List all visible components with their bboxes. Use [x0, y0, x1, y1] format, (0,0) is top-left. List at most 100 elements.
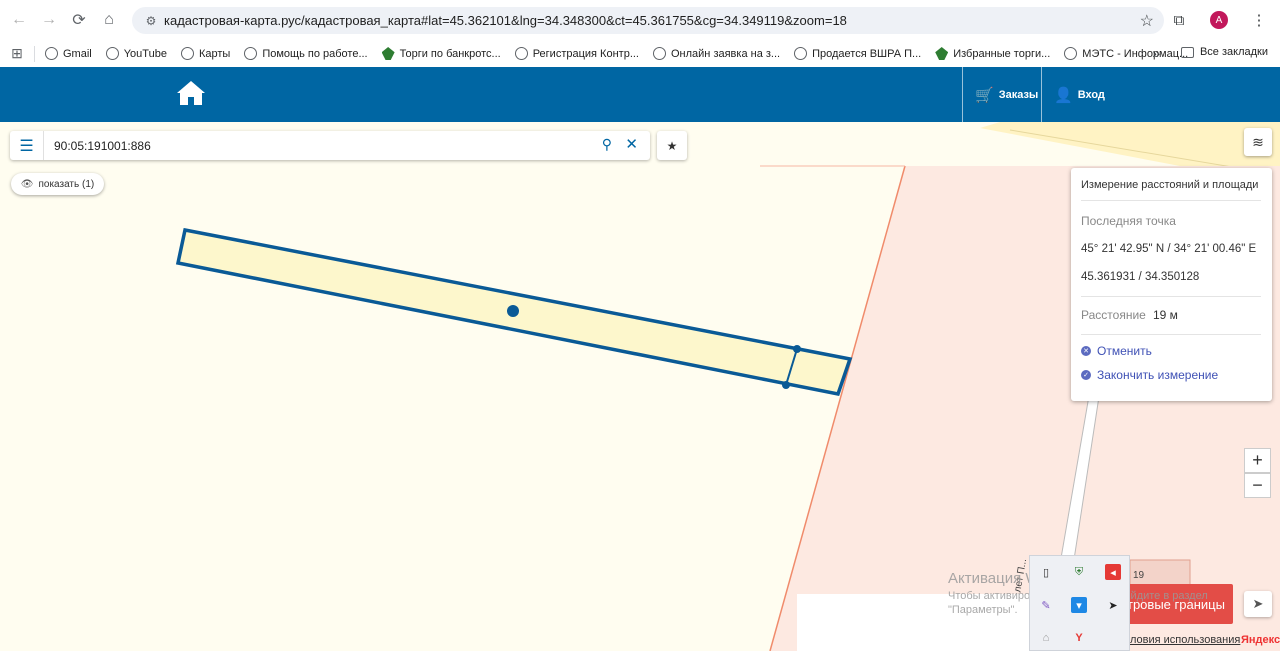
bookmarks-divider — [34, 45, 35, 62]
search-input[interactable] — [54, 138, 584, 153]
browser-menu-icon[interactable]: ⋮ — [1244, 6, 1274, 34]
globe-icon — [244, 47, 258, 60]
bookmark-label: Регистрация Контр... — [532, 47, 639, 60]
bookmarks-bar: ⊞ Gmail YouTube Карты Помощь по работе..… — [0, 40, 1280, 67]
divider — [1081, 200, 1261, 201]
finish-label: Закончить измерение — [1097, 368, 1219, 382]
bookmark-item[interactable]: Продается ВШРА П... — [794, 47, 921, 60]
app-red-icon[interactable]: ◂ — [1105, 564, 1121, 580]
bookmark-label: Онлайн заявка на з... — [671, 47, 781, 60]
app-header: 🛒 Заказы 👤 Вход — [0, 67, 1280, 122]
globe-icon — [514, 47, 528, 60]
site-info-icon[interactable]: ⚙ — [138, 14, 164, 28]
bookmarks-more-button[interactable]: » — [1152, 45, 1160, 61]
bookmark-item[interactable]: Карты — [180, 47, 231, 60]
menu-icon[interactable]: ☰ — [10, 131, 44, 160]
system-tray-popup: ▯ ⛨ ◂ ✎ ▾ ➤ ⌂ Y — [1029, 555, 1130, 651]
telegram-icon[interactable]: ➤ — [1105, 597, 1121, 613]
check-icon: ✓ — [1081, 370, 1091, 380]
hammer-icon — [935, 47, 949, 60]
layers-button[interactable]: ≋ — [1244, 128, 1272, 156]
finish-measure-button[interactable]: ✓ Закончить измерение — [1081, 368, 1218, 382]
locate-button[interactable]: ➤ — [1244, 591, 1272, 617]
divider — [1081, 296, 1261, 297]
bookmark-star-icon[interactable]: ☆ — [1140, 11, 1154, 31]
distance-label: Расстояние — [1081, 308, 1146, 322]
globe-icon — [794, 47, 808, 60]
cancel-label: Отменить — [1097, 344, 1152, 358]
bookmark-label: Избранные торги... — [953, 47, 1051, 60]
eye-icon: 👁 — [20, 178, 34, 190]
globe-icon — [45, 47, 58, 60]
bookmark-label: Помощь по работе... — [262, 47, 368, 60]
bookmark-item[interactable]: Онлайн заявка на з... — [653, 47, 780, 60]
bookmark-item[interactable]: Gmail — [45, 47, 92, 60]
apps-grid-icon[interactable]: ⊞ — [0, 45, 34, 62]
globe-icon — [105, 47, 119, 60]
pen-icon[interactable]: ✎ — [1038, 597, 1054, 613]
cancel-measure-button[interactable]: ✕ Отменить — [1081, 344, 1152, 358]
measure-point[interactable] — [793, 345, 801, 353]
location-arrow-icon: ➤ — [1252, 596, 1264, 611]
close-icon[interactable]: ✕ — [625, 135, 638, 153]
search-icon[interactable]: ⚲ — [602, 136, 612, 153]
coord-dms: 45° 21' 42.95" N / 34° 21' 00.46" E — [1081, 243, 1257, 255]
bookmark-item[interactable]: YouTube — [105, 47, 167, 60]
parcel-center-marker[interactable] — [507, 305, 519, 317]
home-browser-icon[interactable]: ⌂ — [94, 5, 124, 35]
bookmark-item[interactable]: Помощь по работе... — [244, 47, 368, 60]
bookmark-label: Карты — [198, 47, 231, 60]
forward-icon[interactable]: → — [34, 5, 64, 35]
measure-title: Измерение расстояний и площади — [1081, 179, 1259, 191]
hammer-icon — [381, 47, 395, 60]
login-label: Вход — [1077, 88, 1105, 101]
bookmark-label: Продается ВШРА П... — [812, 47, 922, 60]
reload-icon[interactable]: ⟳ — [64, 5, 94, 35]
bookmark-label: Gmail — [63, 47, 92, 60]
usb-icon[interactable]: ▯ — [1038, 564, 1054, 580]
zoom-in-button[interactable]: + — [1244, 448, 1271, 473]
shield-icon[interactable]: ⛨ — [1071, 564, 1087, 580]
globe-icon — [1064, 47, 1078, 60]
measure-panel: Измерение расстояний и площади Последняя… — [1071, 168, 1272, 401]
yandex-browser-icon[interactable]: Y — [1071, 630, 1087, 646]
globe-icon — [180, 47, 194, 60]
login-button[interactable]: 👤 Вход — [1041, 67, 1121, 122]
bookmark-item[interactable]: Торги по банкротс... — [381, 47, 501, 60]
last-point-label: Последняя точка — [1081, 214, 1176, 228]
bookmark-item[interactable]: Регистрация Контр... — [514, 47, 639, 60]
back-icon[interactable]: ← — [4, 5, 34, 35]
address-url[interactable]: кадастровая-карта.рус/кадастровая_карта#… — [164, 13, 847, 28]
home-icon[interactable] — [176, 79, 206, 107]
orders-label: Заказы — [998, 88, 1039, 101]
show-results-button[interactable]: 👁 показать (1) — [11, 173, 104, 195]
divider — [1081, 334, 1261, 335]
yandex-disk-icon[interactable]: ▾ — [1071, 597, 1087, 613]
extensions-icon[interactable]: ⧉ — [1164, 6, 1194, 34]
yandex-logo[interactable]: Яндекс — [1241, 634, 1280, 646]
favorite-star-button[interactable]: ★ — [657, 131, 687, 160]
layers-icon: ≋ — [1252, 133, 1264, 150]
profile-avatar[interactable]: A — [1204, 6, 1234, 34]
bookmark-label: YouTube — [123, 47, 167, 60]
bookmark-label: Торги по банкротс... — [399, 47, 501, 60]
terms-link[interactable]: ловия использования — [1130, 634, 1240, 646]
distance-value: 19 м — [1153, 308, 1178, 322]
globe-icon — [653, 47, 666, 60]
zoom-out-button[interactable]: − — [1244, 473, 1271, 498]
bookmark-item[interactable]: Избранные торги... — [935, 47, 1050, 60]
browser-toolbar: ← → ⟳ ⌂ ⚙ кадастровая-карта.рус/кадастро… — [0, 0, 1280, 40]
cart-icon: 🛒 — [975, 86, 994, 104]
search-bar: ☰ ⚲ ✕ — [10, 131, 650, 160]
avatar: A — [1210, 11, 1228, 29]
address-bar[interactable]: ⚙ кадастровая-карта.рус/кадастровая_карт… — [132, 7, 1164, 34]
home-tray-icon[interactable]: ⌂ — [1038, 630, 1054, 646]
measure-point[interactable] — [782, 381, 790, 389]
bookmark-label: МЭТС - Информац... — [1082, 47, 1189, 60]
all-bookmarks-label: Все закладки — [1199, 46, 1268, 58]
orders-button[interactable]: 🛒 Заказы — [962, 67, 1042, 122]
folder-icon — [1180, 46, 1194, 58]
all-bookmarks-button[interactable]: Все закладки — [1180, 46, 1268, 58]
coord-decimal: 45.361931 / 34.350128 — [1081, 271, 1200, 283]
bookmark-item[interactable]: МЭТС - Информац... — [1064, 47, 1188, 60]
